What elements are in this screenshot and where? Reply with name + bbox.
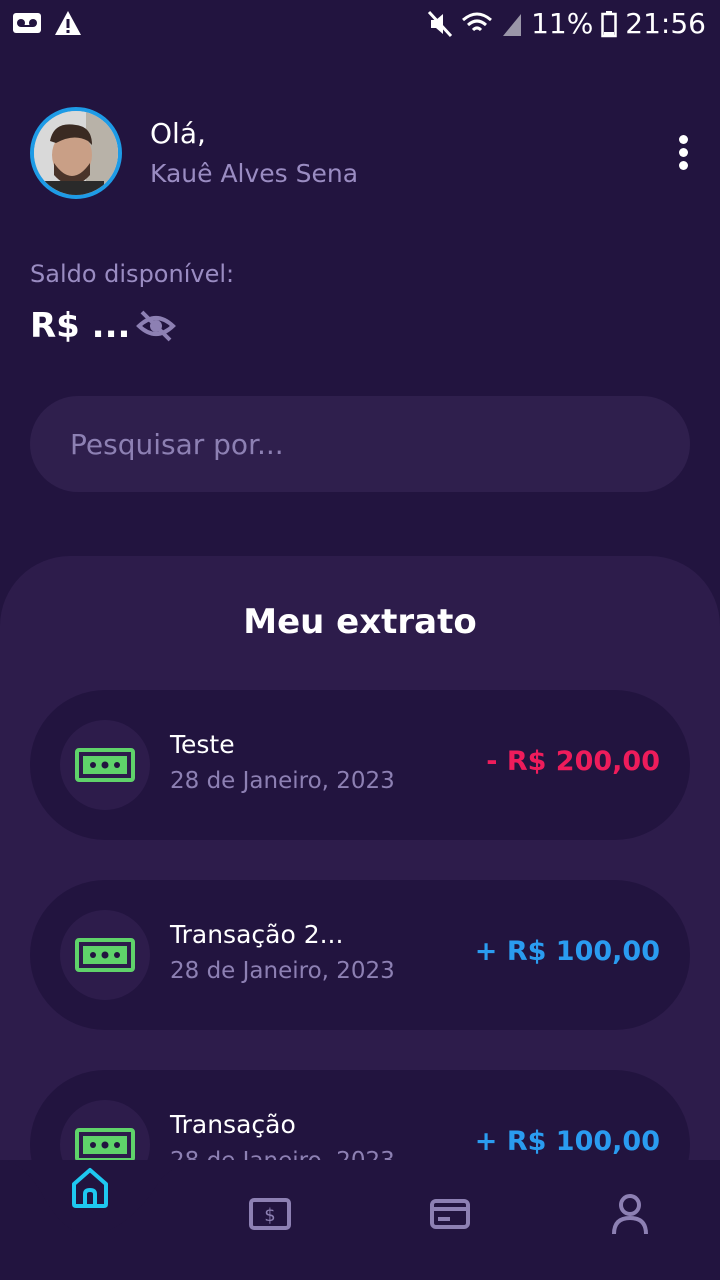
transaction-title: Teste [170,730,235,759]
transaction-amount: + R$ 100,00 [474,936,660,967]
transaction-title: Transação 2... [170,920,344,949]
money-icon [75,748,135,782]
transaction-amount: - R$ 200,00 [486,746,660,777]
dollar-icon[interactable]: $ [246,1190,294,1238]
transaction-amount: + R$ 100,00 [474,1126,660,1157]
home-icon[interactable] [66,1164,114,1212]
transaction-date: 28 de Janeiro, 2023 [170,768,395,794]
svg-text:$: $ [264,1205,275,1226]
money-icon [75,938,135,972]
transaction-date: 28 de Janeiro, 2023 [170,1148,395,1160]
transaction-date: 28 de Janeiro, 2023 [170,958,395,984]
scroll-area[interactable]: Meu extrato Teste 28 de Janeiro, 2023 - … [0,0,720,1160]
transaction-item[interactable]: Teste 28 de Janeiro, 2023 - R$ 200,00 [30,690,690,840]
transaction-item[interactable]: Transação 2... 28 de Janeiro, 2023 + R$ … [30,880,690,1030]
user-icon[interactable] [606,1190,654,1238]
statement-title: Meu extrato [243,602,477,642]
card-icon[interactable] [426,1190,474,1238]
bottom-nav: $ [0,1160,720,1280]
